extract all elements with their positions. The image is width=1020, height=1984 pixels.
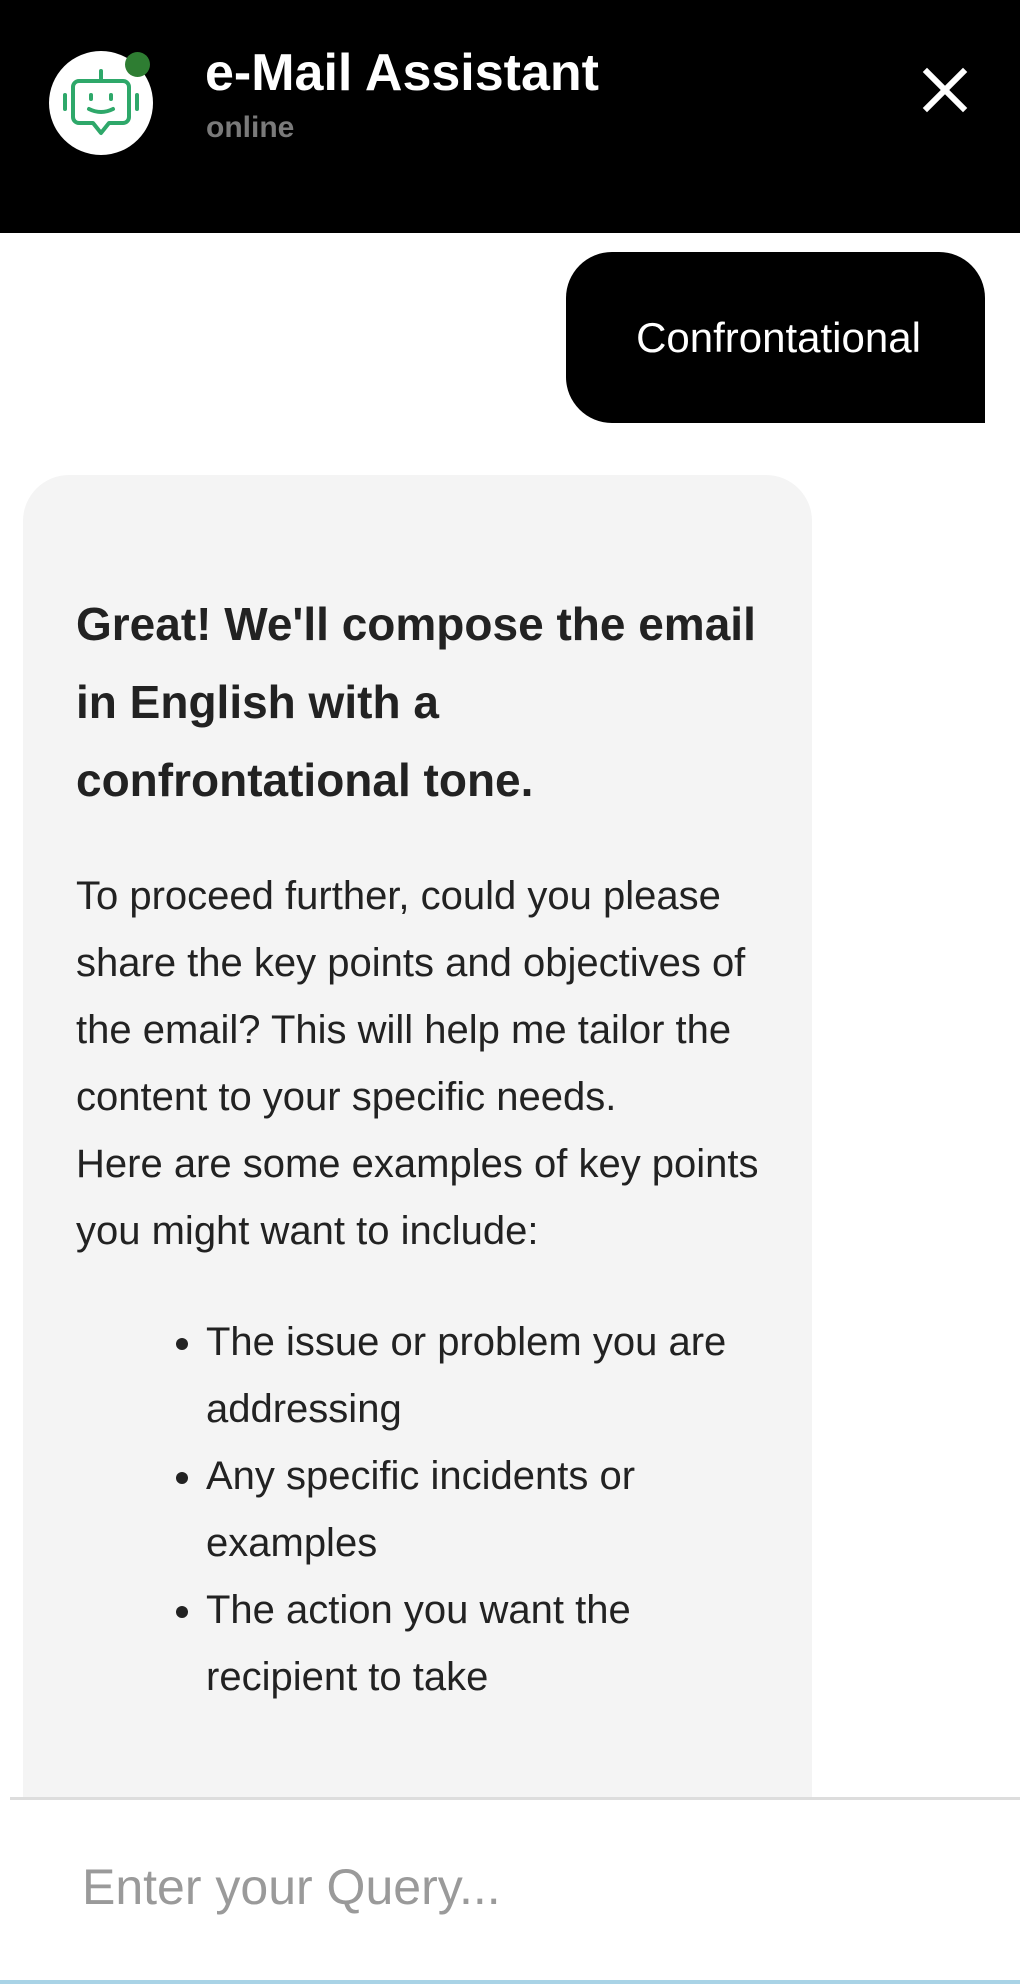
chat-status-text: online [206, 111, 295, 144]
chat-header: e-Mail Assistant online [0, 0, 1020, 233]
bot-message-bubble: Great! We'll compose the email in Englis… [23, 475, 812, 1855]
online-status-dot [125, 52, 150, 77]
query-input-bar [0, 1797, 1020, 1984]
list-item: The action you want the recipient to tak… [206, 1577, 772, 1711]
list-item: Any specific incidents or examples [206, 1443, 772, 1577]
chat-title: e-Mail Assistant [205, 44, 599, 102]
query-input[interactable] [60, 1847, 982, 1927]
close-button[interactable] [915, 60, 975, 120]
close-icon [922, 67, 968, 113]
list-item: The issue or problem you are addressing [206, 1309, 772, 1443]
key-points-list: The issue or problem you are addressing … [76, 1309, 772, 1711]
bot-message-paragraph: To proceed further, could you please sha… [76, 874, 746, 1119]
input-focus-line [0, 1980, 1020, 1984]
input-divider [10, 1797, 1020, 1800]
bot-message-heading: Great! We'll compose the email in Englis… [76, 598, 756, 806]
user-message-bubble: Confrontational [566, 252, 985, 423]
robot-chat-icon [63, 69, 139, 135]
bot-message-paragraph: Here are some examples of key points you… [76, 1142, 759, 1253]
